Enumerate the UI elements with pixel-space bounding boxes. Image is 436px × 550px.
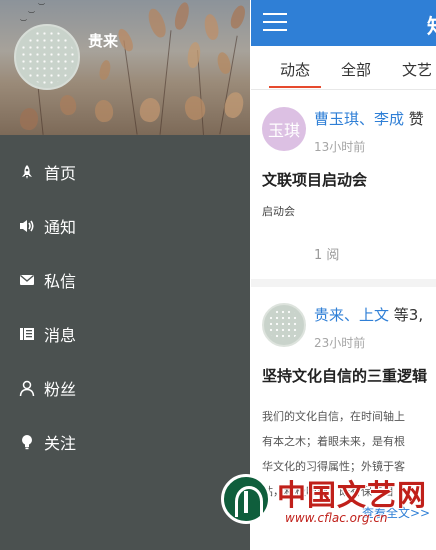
author-avatar[interactable] [262, 303, 306, 347]
tab-arts[interactable]: 文艺 [402, 59, 432, 80]
main-content: 知 动态 全部 文艺 玉琪 曹玉琪、李成 赞 13小时前 文联项目启动会 启动会… [251, 0, 436, 550]
menu-item-news[interactable]: 消息 [0, 307, 250, 361]
user-avatar[interactable] [14, 24, 80, 90]
post-time: 23小时前 [314, 336, 366, 350]
post-subtitle: 启动会 [262, 205, 295, 218]
menu-item-home[interactable]: 首页 [0, 145, 250, 199]
read-count: 1 阅 [314, 248, 340, 263]
author-names-link[interactable]: 曹玉琪、李成 [314, 110, 404, 128]
envelope-icon [18, 271, 36, 289]
author-names-link[interactable]: 贵来、上文 [314, 306, 389, 324]
drawer-menu: 首页 通知 私信 消息 粉丝 关注 [0, 145, 250, 469]
site-watermark: 中国文艺网 www.cflac.org.cn [221, 470, 436, 542]
post-title[interactable]: 坚持文化自信的三重逻辑 [262, 365, 427, 386]
excerpt-line: 我们的文化自信，在时间轴上 [262, 410, 405, 423]
watermark-url: www.cflac.org.cn [285, 511, 388, 525]
menu-item-label: 首页 [44, 164, 77, 183]
menu-item-label: 消息 [44, 326, 77, 345]
person-icon [18, 379, 36, 397]
tab-bar: 动态 全部 文艺 [251, 46, 436, 90]
author-avatar[interactable]: 玉琪 [262, 107, 306, 151]
tab-feed[interactable]: 动态 [268, 59, 322, 88]
watermark-logo-icon [221, 474, 271, 524]
menu-item-following[interactable]: 关注 [0, 415, 250, 469]
post-time: 13小时前 [314, 140, 366, 154]
menu-item-label: 私信 [44, 272, 77, 291]
feed-card[interactable]: 玉琪 曹玉琪、李成 赞 13小时前 文联项目启动会 启动会 1 阅 [251, 91, 436, 287]
post-title[interactable]: 文联项目启动会 [262, 169, 367, 190]
news-icon [18, 325, 36, 343]
rocket-icon [18, 163, 36, 181]
navigation-drawer: ︶ ︶ ︶ 贵来 首页 通知 私信 消息 粉丝 关注 [0, 0, 250, 550]
drawer-header: ︶ ︶ ︶ 贵来 [0, 0, 250, 135]
hamburger-icon[interactable] [263, 13, 287, 33]
menu-item-label: 通知 [44, 218, 77, 237]
author-names[interactable]: 曹玉琪、李成 赞 [314, 108, 424, 129]
menu-item-fans[interactable]: 粉丝 [0, 361, 250, 415]
app-title: 知 [427, 10, 436, 39]
author-names-suffix: 赞 [408, 110, 424, 128]
watermark-text: 中国文艺网 [277, 478, 428, 512]
lightbulb-icon [18, 433, 36, 451]
menu-item-messages[interactable]: 私信 [0, 253, 250, 307]
menu-item-label: 关注 [44, 434, 77, 453]
speaker-icon [18, 217, 36, 235]
author-names[interactable]: 贵来、上文 等3, [314, 304, 423, 325]
tab-all[interactable]: 全部 [341, 59, 371, 80]
author-names-suffix: 等3, [393, 306, 424, 324]
menu-item-notifications[interactable]: 通知 [0, 199, 250, 253]
user-name[interactable]: 贵来 [88, 30, 118, 51]
menu-item-label: 粉丝 [44, 380, 77, 399]
excerpt-line: 有本之木；着眼未来，是有根 [262, 435, 405, 448]
top-app-bar: 知 [251, 0, 436, 46]
